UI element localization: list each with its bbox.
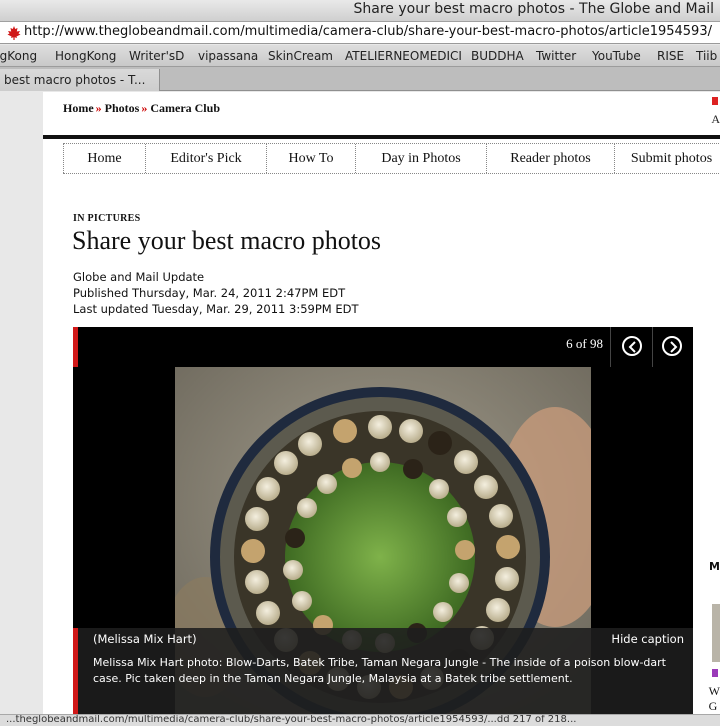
bookmark-item[interactable]: ngKong [0,49,37,63]
tab-bar: best macro photos - T... [0,67,720,91]
nav-top-rule [43,135,720,139]
article-kicker: IN PICTURES [73,213,141,224]
article-published: Published Thursday, Mar. 24, 2011 2:47PM… [73,286,346,300]
address-bar[interactable]: http://www.theglobeandmail.com/multimedi… [0,22,720,44]
nav-day-in-photos[interactable]: Day in Photos [355,144,486,173]
sidebar-letter-g: G [708,699,718,713]
next-photo-button[interactable] [662,336,682,356]
gallery-accent-bar [73,327,78,367]
bookmark-item[interactable]: SkinCream [268,49,333,63]
side-letter-a: A [711,112,720,126]
breadcrumb-separator: » [95,101,102,115]
nav-home[interactable]: Home [63,144,145,173]
sidebar-heading-fragment: M [709,560,720,573]
breadcrumb-home[interactable]: Home [63,101,94,115]
hide-caption-link[interactable]: Hide caption [611,632,684,646]
bookmark-item[interactable]: ATELIERNEOMEDICI [345,49,462,63]
nav-editors-pick[interactable]: Editor's Pick [145,144,266,173]
bookmark-item[interactable]: YouTube [592,49,641,63]
chevron-right-icon [670,341,678,353]
bookmark-item[interactable]: RISE [657,49,684,63]
photo-credit: (Melissa Mix Hart) [93,632,197,646]
sidebar-letter-w: W [708,684,720,698]
breadcrumb-photos[interactable]: Photos [105,101,140,115]
article-headline: Share your best macro photos [72,226,382,255]
nav-how-to[interactable]: How To [266,144,355,173]
url-text[interactable]: http://www.theglobeandmail.com/multimedi… [24,24,712,39]
window-title-bar: Share your best macro photos - The Globe… [0,0,720,22]
window-title: Share your best macro photos - The Globe… [353,1,715,17]
gallery-divider [652,327,653,367]
photo-counter: 6 of 98 [566,336,603,351]
chevron-left-icon [628,341,636,353]
bookmark-item[interactable]: Twitter [536,49,576,63]
bookmark-item[interactable]: BUDDHA [471,49,524,63]
article-source: Globe and Mail Update [73,270,205,284]
nav-reader-photos[interactable]: Reader photos [486,144,614,173]
web-page: Home» Photos» Camera Club A Home Editor's … [43,92,720,714]
breadcrumb-separator: » [141,101,148,115]
previous-photo-button[interactable] [622,336,642,356]
browser-tab[interactable]: best macro photos - T... [0,69,160,91]
gallery-divider [610,327,611,367]
maple-leaf-icon [7,26,21,40]
bookmark-item[interactable]: HongKong [55,49,116,63]
article-updated: Last updated Tuesday, Mar. 29, 2011 3:59… [73,302,359,316]
bookmark-item[interactable]: Writer'sD [129,49,184,63]
breadcrumb: Home» Photos» Camera Club [63,101,220,116]
bookmarks-bar: ngKong HongKong Writer'sD vipassana Skin… [0,45,720,67]
section-nav: Home Editor's Pick How To Day in Photos … [63,143,720,174]
status-text: ...theglobeandmail.com/multimedia/camera… [6,714,577,725]
caption-accent-bar [73,628,78,714]
sidebar-thumbnail[interactable] [712,604,720,662]
photo-caption-text: Melissa Mix Hart photo: Blow-Darts, Bate… [93,656,666,685]
red-marker [712,97,718,105]
breadcrumb-camera-club[interactable]: Camera Club [150,101,220,115]
article-meta: Globe and Mail Update Published Thursday… [73,269,358,317]
sidebar-text-fragment: W G [709,684,720,714]
bookmark-item[interactable]: vipassana [198,49,258,63]
photo-caption-panel: (Melissa Mix Hart) Hide caption Melissa … [73,628,693,714]
sidebar-marker [712,669,718,677]
photo-gallery: 6 of 98 (Melissa Mix Hart) Hide caption … [73,327,693,714]
bookmark-item[interactable]: Tiib [696,49,717,63]
nav-submit-photos[interactable]: Submit photos [614,144,720,173]
status-bar: ...theglobeandmail.com/multimedia/camera… [0,714,720,726]
